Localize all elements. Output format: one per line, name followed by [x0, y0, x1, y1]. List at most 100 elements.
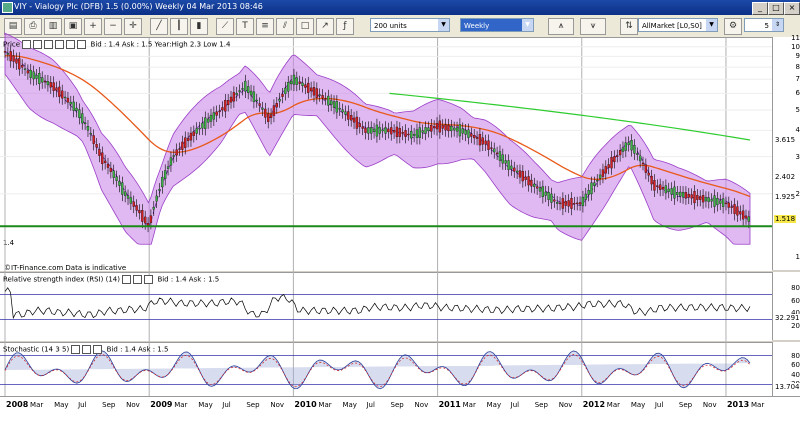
candle-body [607, 164, 610, 168]
panel-options-icon[interactable] [55, 40, 65, 49]
candle-body [201, 122, 204, 129]
price-tick-label: 2 [795, 189, 800, 198]
close-button[interactable]: × [784, 2, 800, 15]
candle-body [510, 165, 513, 170]
candle-body [358, 123, 361, 128]
candle-body [744, 215, 748, 219]
price-tick-label: 4 [795, 126, 800, 135]
candle-body [164, 170, 167, 179]
candle-body [733, 204, 736, 214]
candle-body [530, 179, 533, 187]
candle-body [701, 195, 705, 203]
candle-body [524, 176, 527, 180]
candle-body [458, 124, 462, 137]
stochastic-info: Bid : 1.4 Ask : 1.5 [106, 345, 169, 354]
candle-body [241, 88, 244, 90]
candle-body [521, 171, 524, 182]
candle-body [687, 193, 690, 198]
price-tick-label: 7 [795, 75, 800, 84]
panel-maximize-icon[interactable] [33, 40, 43, 49]
candle-body [9, 51, 12, 62]
candle-body [289, 80, 293, 85]
candle-body [515, 170, 519, 173]
candle-body [103, 160, 107, 164]
candle-body [593, 182, 596, 186]
panel-close-icon[interactable] [44, 40, 54, 49]
panel-print-icon[interactable] [77, 40, 87, 49]
panel-close-icon[interactable] [144, 275, 154, 284]
candle-body [527, 176, 530, 186]
candle-body [247, 86, 250, 93]
candle-body [719, 200, 722, 204]
rsi-panel-title: Relative strength index (RSI) (14) [3, 275, 120, 284]
panel-settings-icon[interactable] [71, 345, 81, 354]
stochastic-tick-label: 60 [791, 361, 800, 370]
candle-body [255, 99, 258, 102]
candle-body [690, 194, 693, 199]
candle-body [192, 131, 195, 136]
candle-body [587, 190, 590, 195]
candle-body [410, 131, 413, 139]
candle-body [564, 200, 567, 206]
candle-body [498, 151, 502, 161]
panel-close-icon[interactable] [93, 345, 103, 354]
candle-body [350, 115, 353, 121]
candle-body [258, 103, 261, 106]
candle-body [455, 127, 459, 132]
panel-settings-icon[interactable] [22, 40, 32, 49]
candle-body [395, 126, 399, 138]
panel-settings-icon[interactable] [122, 275, 132, 284]
candle-body [249, 90, 253, 96]
month-label: Jul [510, 401, 520, 409]
candle-body [513, 167, 516, 172]
candle-body [544, 191, 547, 196]
candle-body [318, 94, 321, 96]
candle-body [46, 81, 50, 86]
candle-body [550, 193, 553, 203]
candle-body [124, 191, 127, 196]
candle-body [295, 77, 298, 85]
band-value-tag: 1.925 [774, 193, 797, 202]
candle-body [215, 111, 218, 116]
candle-body [49, 82, 52, 88]
candle-body [18, 58, 21, 70]
ema-value-tag: 2.402 [774, 172, 797, 181]
candle-body [387, 128, 390, 133]
candle-body [404, 130, 407, 137]
candle-body [644, 164, 648, 173]
candle-body [553, 199, 556, 202]
panel-lock-icon[interactable] [66, 40, 76, 49]
month-label: Nov [414, 401, 429, 409]
candle-body [684, 192, 688, 199]
candle-body [412, 133, 416, 136]
candle-body [35, 75, 38, 79]
candle-body [724, 202, 728, 205]
panel-maximize-icon[interactable] [133, 275, 143, 284]
candle-body [361, 126, 364, 129]
candle-body [209, 114, 213, 122]
candle-body [415, 129, 419, 138]
candle-body [650, 175, 653, 185]
candle-body [298, 81, 301, 84]
month-label: Mar [751, 401, 765, 409]
month-label: Sep [534, 401, 548, 409]
candle-body [538, 187, 542, 192]
price-tick-label: 5 [795, 106, 800, 114]
rsi-axis: 8060402032.291 [772, 272, 800, 340]
candle-body [681, 192, 685, 198]
candle-body [224, 99, 227, 112]
panel-maximize-icon[interactable] [82, 345, 92, 354]
candle-body [172, 155, 175, 157]
price-tick-label: 8 [795, 63, 800, 72]
candle-body [739, 211, 742, 215]
candle-body [355, 116, 359, 129]
candle-body [178, 148, 181, 150]
month-label: Jul [222, 401, 231, 409]
candle-body [221, 107, 224, 111]
candle-body [81, 113, 84, 124]
candle-body [229, 96, 233, 103]
month-label: Mar [30, 401, 44, 409]
candle-body [693, 191, 696, 204]
candle-body [232, 92, 236, 102]
candle-body [484, 140, 487, 145]
